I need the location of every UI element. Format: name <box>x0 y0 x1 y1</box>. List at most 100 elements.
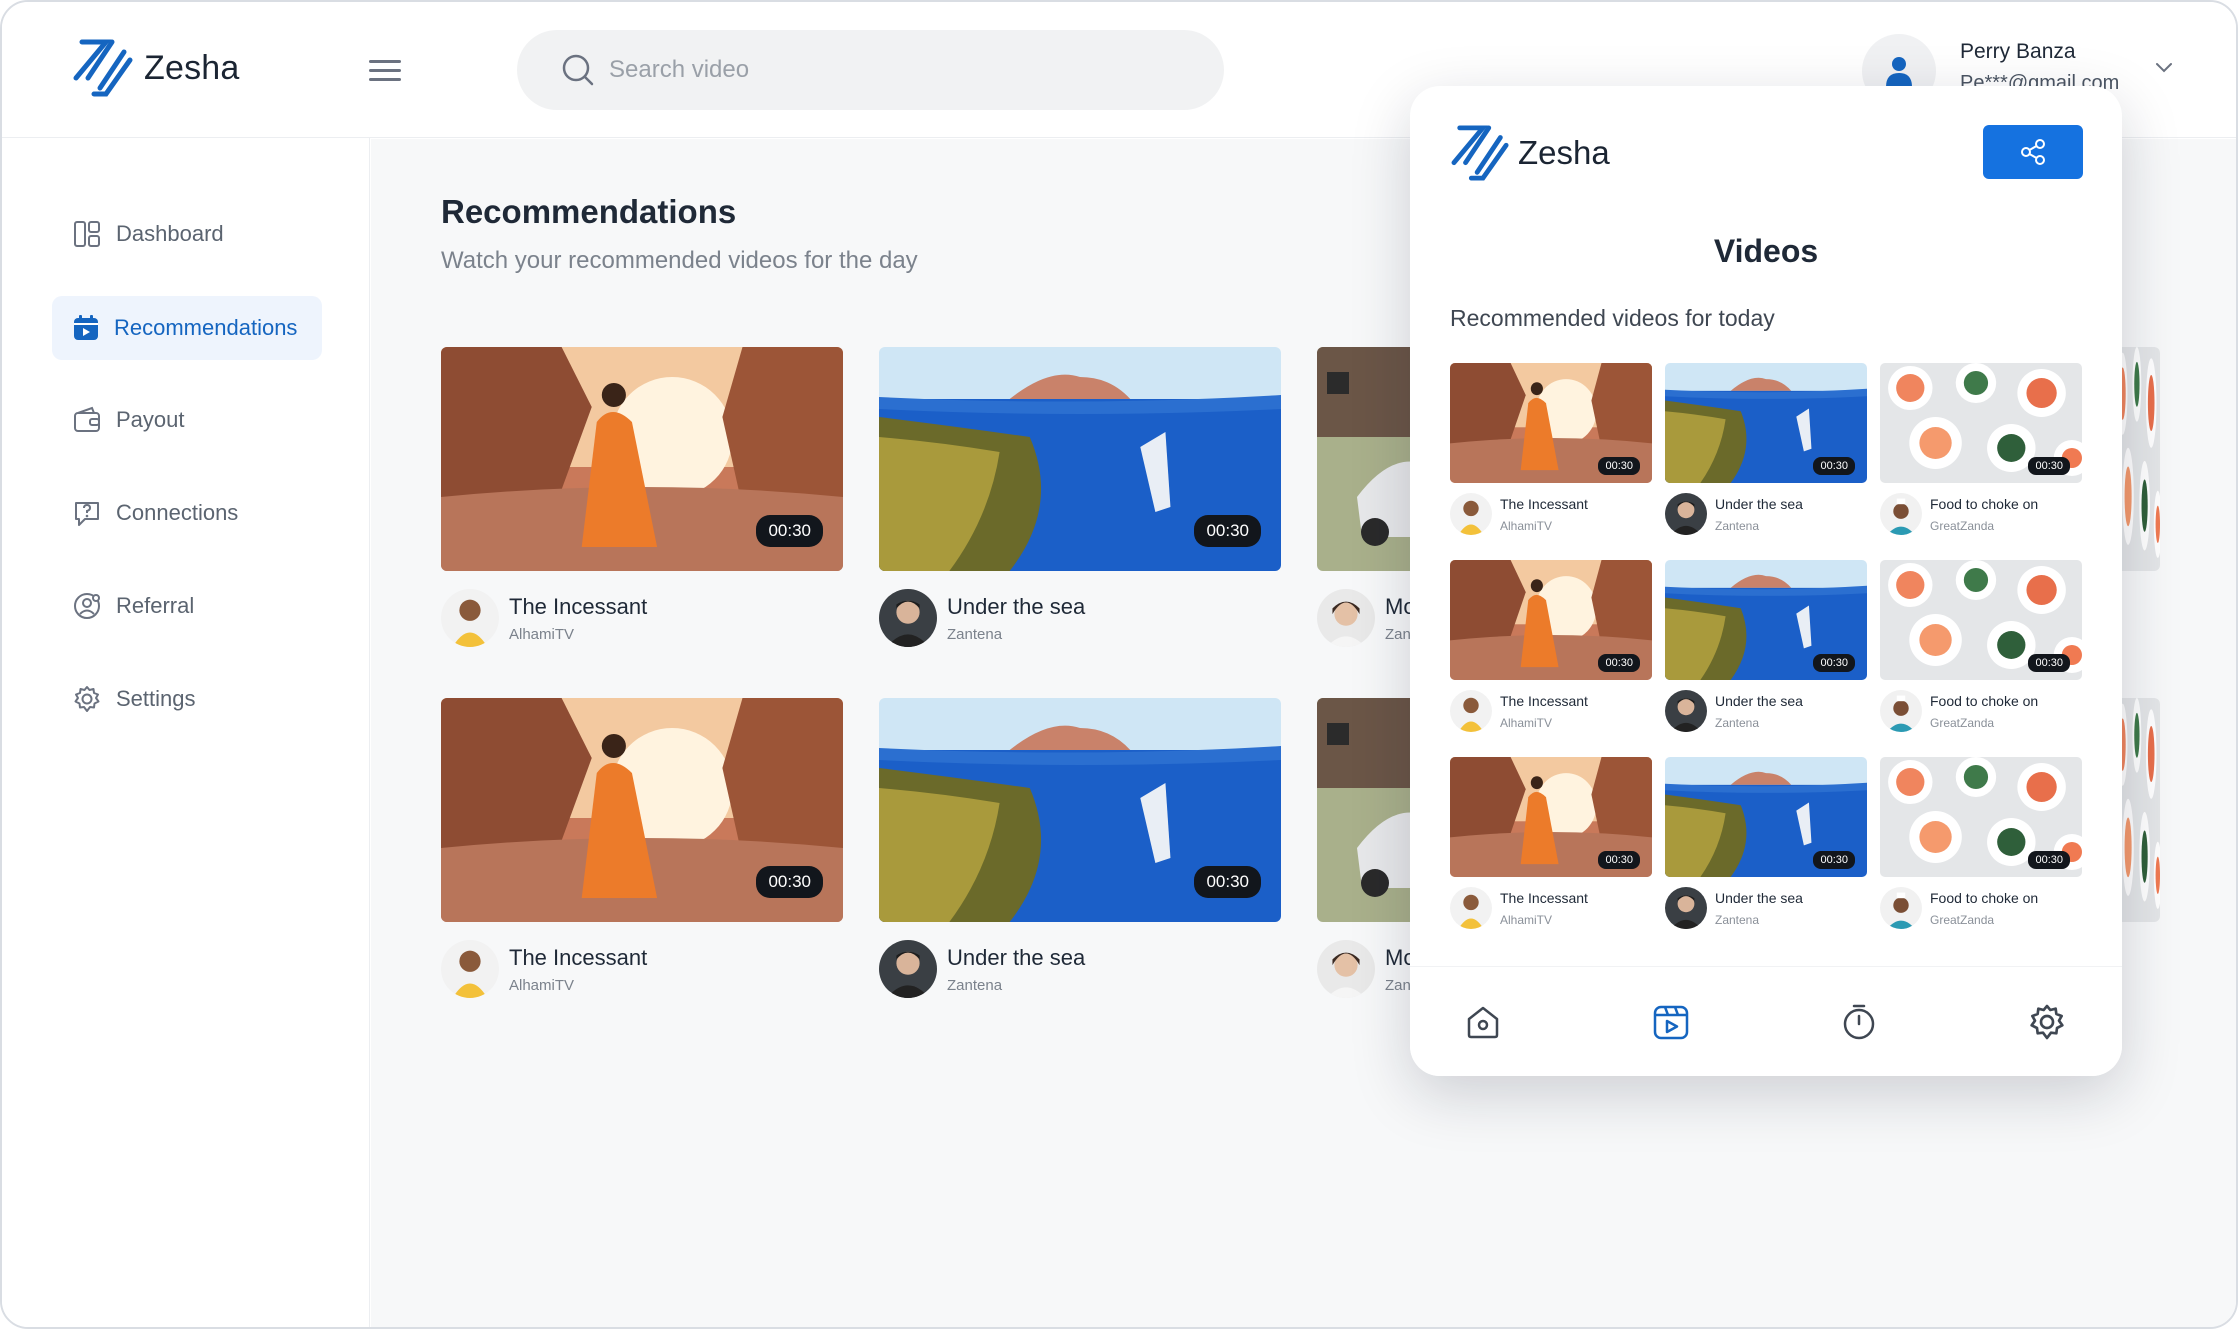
panel-title: Videos <box>1713 233 1819 269</box>
search-input[interactable] <box>609 56 1169 84</box>
channel-name[interactable]: AlhamiTV <box>509 977 647 994</box>
video-card[interactable]: 00:30 Under the sea Zantena <box>879 698 1281 998</box>
panel-logo[interactable]: Zesha <box>1450 124 1610 182</box>
channel-name[interactable]: GreatZanda <box>1930 913 2038 927</box>
sidebar-item-connections[interactable]: Connections <box>52 481 322 545</box>
video-title[interactable]: Under the sea <box>947 594 1085 620</box>
channel-avatar[interactable] <box>1450 493 1492 535</box>
channel-avatar[interactable] <box>1880 690 1922 732</box>
video-card[interactable]: Mo Zan <box>1317 698 1417 998</box>
video-icon <box>1653 1005 1689 1040</box>
video-thumbnail[interactable] <box>1317 698 1417 922</box>
video-thumbnail[interactable]: 00:30 <box>1880 560 2082 680</box>
channel-avatar[interactable] <box>1880 887 1922 929</box>
video-title[interactable]: Food to choke on <box>1930 496 2038 512</box>
mini-video-card[interactable]: 00:30 Under the sea Zantena <box>1665 560 1867 732</box>
share-button[interactable] <box>1983 125 2083 179</box>
channel-name[interactable]: AlhamiTV <box>1500 913 1588 927</box>
video-thumbnail[interactable]: 00:30 <box>441 698 843 922</box>
video-title[interactable]: Under the sea <box>947 945 1085 971</box>
video-thumbnail[interactable]: 00:30 <box>1450 560 1652 680</box>
tab-settings[interactable] <box>2022 997 2072 1047</box>
zesha-logo-icon <box>1451 125 1509 181</box>
mini-video-card[interactable]: 00:30 Under the sea Zantena <box>1665 757 1867 929</box>
video-thumbnail[interactable]: 00:30 <box>1665 363 1867 483</box>
channel-name[interactable]: AlhamiTV <box>509 626 647 643</box>
sidebar-item-referral[interactable]: Referral <box>52 574 322 638</box>
channel-avatar[interactable] <box>1317 940 1375 998</box>
channel-name[interactable]: AlhamiTV <box>1500 519 1588 533</box>
video-title[interactable]: The Incessant <box>1500 890 1588 906</box>
mini-video-card[interactable]: 00:30 Food to choke on GreatZanda <box>1880 363 2082 535</box>
video-card[interactable]: 00:30 Under the sea Zantena <box>879 347 1281 647</box>
video-thumbnail[interactable]: 00:30 <box>1450 363 1652 483</box>
video-thumbnail[interactable]: 00:30 <box>1880 757 2082 877</box>
video-title[interactable]: The Incessant <box>1500 693 1588 709</box>
video-card[interactable]: 00:30 The Incessant AlhamiTV <box>441 698 843 998</box>
page-subtitle: Watch your recommended videos for the da… <box>441 247 918 274</box>
channel-avatar[interactable] <box>1665 887 1707 929</box>
video-title[interactable]: Food to choke on <box>1930 693 2038 709</box>
video-title[interactable]: Food to choke on <box>1930 890 2038 906</box>
video-thumbnail[interactable]: 00:30 <box>1665 757 1867 877</box>
channel-name[interactable]: Zantena <box>1715 519 1803 533</box>
channel-avatar[interactable] <box>441 589 499 647</box>
tab-videos[interactable] <box>1646 997 1696 1047</box>
channel-name[interactable]: Zantena <box>947 626 1085 643</box>
channel-name[interactable]: GreatZanda <box>1930 716 2038 730</box>
sidebar: Dashboard Recommendations Payout Connect… <box>2 138 370 1327</box>
video-title[interactable]: The Incessant <box>509 945 647 971</box>
channel-avatar[interactable] <box>441 940 499 998</box>
video-thumbnail[interactable] <box>1317 347 1417 571</box>
video-thumbnail[interactable]: 00:30 <box>441 347 843 571</box>
video-thumbnail[interactable]: 00:30 <box>879 347 1281 571</box>
video-card[interactable]: Mo Zan <box>1317 347 1417 647</box>
sidebar-item-recommendations[interactable]: Recommendations <box>52 296 322 360</box>
sidebar-item-dashboard[interactable]: Dashboard <box>52 202 322 266</box>
video-thumbnail[interactable] <box>2116 698 2160 922</box>
hamburger-menu-icon[interactable] <box>369 60 401 82</box>
mini-video-card[interactable]: 00:30 Under the sea Zantena <box>1665 363 1867 535</box>
duration-badge: 00:30 <box>2028 851 2070 869</box>
channel-avatar[interactable] <box>1450 690 1492 732</box>
mini-video-card[interactable]: 00:30 The Incessant AlhamiTV <box>1450 757 1652 929</box>
app-logo[interactable]: Zesha <box>72 38 240 98</box>
channel-avatar[interactable] <box>879 940 937 998</box>
video-thumbnail[interactable]: 00:30 <box>1450 757 1652 877</box>
video-title[interactable]: The Incessant <box>509 594 647 620</box>
video-title[interactable]: The Incessant <box>1500 496 1588 512</box>
mini-video-card[interactable]: 00:30 The Incessant AlhamiTV <box>1450 363 1652 535</box>
app-window: Zesha Perry Banza Pe***@gmail.com <box>0 0 2238 1329</box>
channel-avatar[interactable] <box>1665 690 1707 732</box>
channel-avatar[interactable] <box>1880 493 1922 535</box>
channel-avatar[interactable] <box>879 589 937 647</box>
video-thumbnail[interactable]: 00:30 <box>879 698 1281 922</box>
search-bar[interactable] <box>517 30 1224 110</box>
channel-avatar[interactable] <box>1450 887 1492 929</box>
video-title[interactable]: Under the sea <box>1715 693 1803 709</box>
mini-video-card[interactable]: 00:30 Food to choke on GreatZanda <box>1880 560 2082 732</box>
channel-avatar[interactable] <box>1665 493 1707 535</box>
app-name: Zesha <box>1518 134 1610 171</box>
sidebar-item-payout[interactable]: Payout <box>52 388 322 452</box>
video-thumbnail[interactable]: 00:30 <box>1880 363 2082 483</box>
duration-badge: 00:30 <box>756 515 823 547</box>
channel-name[interactable]: AlhamiTV <box>1500 716 1588 730</box>
channel-avatar[interactable] <box>1317 589 1375 647</box>
video-card[interactable]: 00:30 The Incessant AlhamiTV <box>441 347 843 647</box>
sidebar-item-label: Dashboard <box>116 221 224 246</box>
channel-name[interactable]: Zantena <box>947 977 1085 994</box>
channel-name[interactable]: Zantena <box>1715 913 1803 927</box>
tab-home[interactable] <box>1458 997 1508 1047</box>
tab-timer[interactable] <box>1834 997 1884 1047</box>
video-title[interactable]: Under the sea <box>1715 890 1803 906</box>
channel-name[interactable]: GreatZanda <box>1930 519 2038 533</box>
mini-video-card[interactable]: 00:30 The Incessant AlhamiTV <box>1450 560 1652 732</box>
channel-name[interactable]: Zantena <box>1715 716 1803 730</box>
video-thumbnail[interactable] <box>2116 347 2160 571</box>
mini-video-card[interactable]: 00:30 Food to choke on GreatZanda <box>1880 757 2082 929</box>
video-title[interactable]: Under the sea <box>1715 496 1803 512</box>
chevron-down-icon[interactable] <box>2154 60 2174 74</box>
video-thumbnail[interactable]: 00:30 <box>1665 560 1867 680</box>
sidebar-item-settings[interactable]: Settings <box>52 667 322 731</box>
